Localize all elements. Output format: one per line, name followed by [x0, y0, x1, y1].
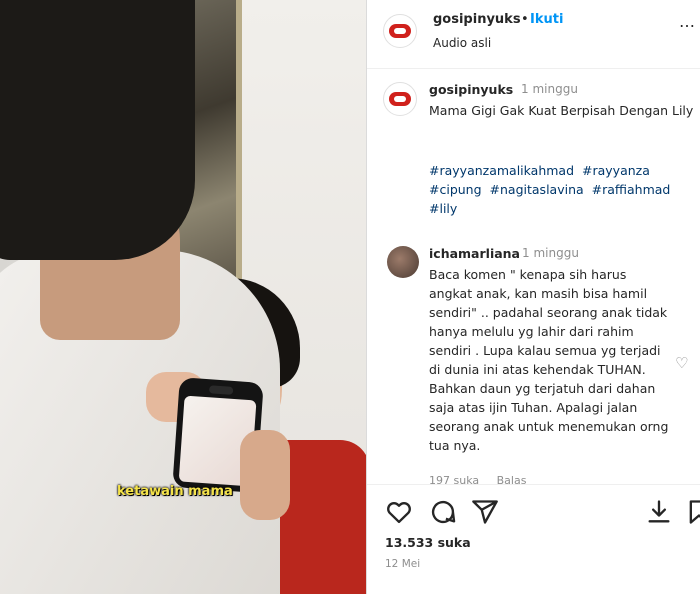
- comment-meta: 197 suka Balas: [429, 474, 540, 484]
- hashtag-link[interactable]: #rayyanza: [582, 163, 650, 178]
- more-options-icon[interactable]: …: [679, 12, 695, 31]
- caption-hashtags: #rayyanzamalikahmad #rayyanza #cipung #n…: [429, 161, 695, 218]
- header-separator: •: [521, 12, 529, 27]
- post-date[interactable]: 12 Mei: [385, 558, 420, 570]
- comment-reply-button[interactable]: Balas: [497, 474, 527, 484]
- hashtag-link[interactable]: #lily: [429, 201, 457, 216]
- painting-frame: [236, 0, 242, 290]
- comment-like-icon[interactable]: ♡: [675, 354, 688, 372]
- video-caption-overlay: ketawain mama: [117, 484, 233, 499]
- comment-text: Baca komen " kenapa sih harus angkat ana…: [429, 267, 669, 453]
- caption-username[interactable]: gosipinyuks: [429, 82, 513, 97]
- gosipinyuks-logo-icon: [389, 92, 411, 106]
- audio-link[interactable]: Audio asli: [433, 36, 491, 50]
- header-divider: [367, 68, 700, 69]
- gosipinyuks-logo-icon: [389, 24, 411, 38]
- actions-divider: [367, 484, 700, 485]
- post-like-count[interactable]: 13.533 suka: [385, 535, 471, 550]
- adult-head: [0, 0, 195, 260]
- download-icon[interactable]: [645, 498, 673, 526]
- header-username[interactable]: gosipinyuks: [433, 12, 521, 27]
- comment-icon[interactable]: [429, 498, 457, 526]
- hashtag-link[interactable]: #nagitaslavina: [490, 182, 584, 197]
- phone-camera: [208, 385, 234, 395]
- caption-timestamp[interactable]: 1 minggu: [521, 82, 578, 96]
- hashtag-link[interactable]: #cipung: [429, 182, 482, 197]
- post-side-panel: gosipinyuks • Ikuti Audio asli … gosipin…: [366, 0, 700, 594]
- bookmark-icon[interactable]: [685, 498, 700, 526]
- follow-button[interactable]: Ikuti: [530, 12, 563, 27]
- comment-timestamp[interactable]: 1 minggu: [522, 246, 579, 260]
- header-avatar[interactable]: [383, 14, 417, 48]
- comment-avatar[interactable]: [387, 246, 419, 278]
- comment-username[interactable]: ichamarliana: [429, 246, 520, 261]
- caption-text: Mama Gigi Gak Kuat Berpisah Dengan Lily: [429, 103, 694, 118]
- heart-icon[interactable]: [385, 498, 413, 526]
- comment-like-count[interactable]: 197 suka: [429, 474, 479, 484]
- share-icon[interactable]: [471, 498, 499, 526]
- hashtag-link[interactable]: #raffiahmad: [592, 182, 671, 197]
- reel-video[interactable]: ketawain mama: [0, 0, 366, 594]
- adult-hand: [240, 430, 290, 520]
- caption-avatar[interactable]: [383, 82, 417, 116]
- hashtag-link[interactable]: #rayyanzamalikahmad: [429, 163, 574, 178]
